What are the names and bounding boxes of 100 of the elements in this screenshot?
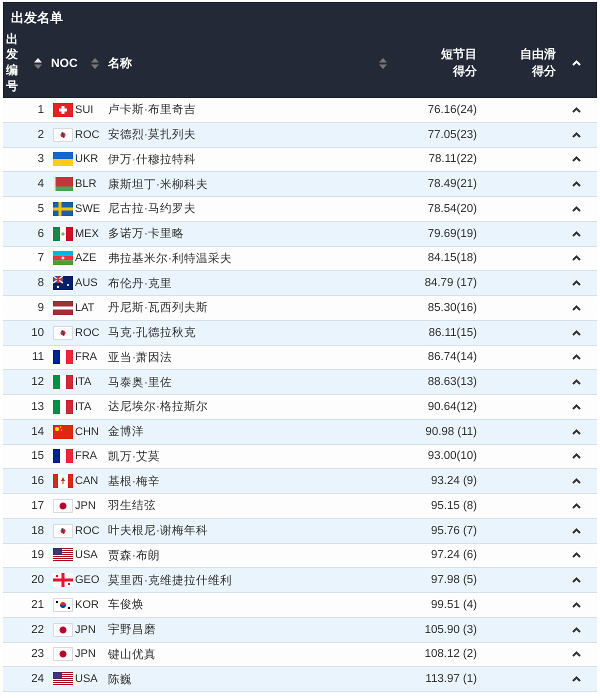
short-program-score: 86.74(14) xyxy=(428,351,477,364)
table-row[interactable]: 11 FRA 亚当·萧因法 86.74(14) xyxy=(3,346,597,370)
table-row[interactable]: 6 MEX 多诺万·卡里略 79.69(19) xyxy=(3,222,597,246)
start-number: 8 xyxy=(38,277,45,290)
table-row[interactable]: 22 JPN 宇野昌磨 105.90 (3) xyxy=(3,618,597,642)
table-row[interactable]: 14 CHN 金博洋 90.98 (11) xyxy=(3,420,597,444)
caret-up-icon[interactable] xyxy=(572,602,581,608)
column-header[interactable]: 短节目得分 xyxy=(441,46,477,80)
caret-up-icon[interactable] xyxy=(572,528,581,534)
short-program-score: 97.24 (6) xyxy=(430,549,477,562)
table-row[interactable]: 19 USA 贾森·布朗 97.24 (6) xyxy=(3,544,597,568)
flag-icon xyxy=(53,202,73,216)
noc-code: CAN xyxy=(75,475,98,488)
caret-up-icon[interactable] xyxy=(572,577,581,584)
caret-up-icon[interactable] xyxy=(572,304,581,311)
flag-icon xyxy=(53,102,73,117)
noc-code: JPN xyxy=(75,624,96,636)
short-program-score: 86.11(15) xyxy=(428,326,477,339)
flag-icon xyxy=(53,400,73,414)
noc-code: ROC xyxy=(75,326,100,339)
table-row[interactable]: 23 JPN 键山优真 108.12 (2) xyxy=(3,642,597,668)
short-program-score: 85.30(16) xyxy=(428,302,477,314)
caret-up-icon[interactable] xyxy=(572,280,581,286)
caret-up-icon[interactable] xyxy=(572,156,581,162)
skater-name: 多诺万·卡里略 xyxy=(107,226,185,242)
skater-name: 康斯坦丁·米柳科夫 xyxy=(107,177,209,192)
caret-up-icon[interactable] xyxy=(572,255,581,262)
start-number: 6 xyxy=(38,228,45,240)
short-program-score: 97.98 (5) xyxy=(430,574,477,586)
table-row[interactable]: 24 USA 陈巍 113.97 (1) xyxy=(3,667,597,692)
caret-up-icon[interactable] xyxy=(572,330,581,336)
table-row[interactable]: 2 ROC 安德烈·莫扎列夫 77.05(23) xyxy=(3,122,597,148)
column-header[interactable]: NOC xyxy=(51,56,78,70)
caret-up-icon[interactable] xyxy=(572,651,581,658)
short-program-score: 84.15(18) xyxy=(428,252,477,264)
short-program-score: 78.11(22) xyxy=(428,153,477,166)
start-number: 5 xyxy=(38,202,45,215)
sort-icon[interactable] xyxy=(34,56,42,70)
noc-code: FRA xyxy=(75,351,97,364)
noc-code: GEO xyxy=(75,574,100,586)
table-row[interactable]: 7 AZE 弗拉基米尔·利特温采夫 84.15(18) xyxy=(3,246,597,272)
start-number: 24 xyxy=(31,673,45,686)
caret-up-icon[interactable] xyxy=(572,354,581,360)
table-row[interactable]: 10 ROC 马克·孔德拉秋克 86.11(15) xyxy=(3,320,597,346)
short-program-score: 108.12 (2) xyxy=(424,648,477,660)
flag-icon xyxy=(53,152,73,166)
short-program-score: 77.05(23) xyxy=(428,128,477,141)
table-row[interactable]: 8 AUS 布伦丹·克里 84.79 (17) xyxy=(3,271,597,296)
short-program-score: 113.97 (1) xyxy=(425,673,477,686)
caret-up-icon[interactable] xyxy=(572,404,581,410)
caret-up-icon[interactable] xyxy=(572,676,581,682)
table-row[interactable]: 15 FRA 凯万·艾莫 93.00(10) xyxy=(3,444,597,470)
flag-icon xyxy=(53,375,73,390)
caret-up-icon[interactable] xyxy=(572,552,581,558)
column-header[interactable]: 名称 xyxy=(108,54,132,72)
table-row[interactable]: 12 ITA 马泰奥·里佐 88.63(13) xyxy=(3,370,597,395)
caret-up-icon[interactable] xyxy=(572,502,581,509)
column-header[interactable]: 自由滑得分 xyxy=(520,46,556,80)
noc-code: ROC xyxy=(75,524,100,537)
caret-up-icon[interactable] xyxy=(572,230,581,237)
table-row[interactable]: 3 UKR 伊万·什穆拉特科 78.11(22) xyxy=(3,148,597,172)
caret-up-icon[interactable] xyxy=(572,206,581,212)
column-header[interactable]: 出发编号 xyxy=(6,32,18,94)
start-number: 22 xyxy=(31,624,45,636)
short-program-score: 84.79 (17) xyxy=(424,277,477,290)
caret-up-icon[interactable] xyxy=(572,626,581,633)
table-row[interactable]: 4 BLR 康斯坦丁·米柳科夫 78.49(21) xyxy=(3,172,597,197)
noc-code: LAT xyxy=(75,302,94,314)
table-row[interactable]: 18 ROC 叶夫根尼·谢梅年科 95.76 (7) xyxy=(3,518,597,544)
table-row[interactable]: 16 CAN 基根·梅辛 93.24 (9) xyxy=(3,469,597,494)
caret-up-icon[interactable] xyxy=(572,379,581,386)
noc-code: CHN xyxy=(75,426,99,438)
noc-code: AZE xyxy=(75,252,96,264)
skater-name: 键山优真 xyxy=(107,648,157,662)
caret-up-icon[interactable] xyxy=(572,478,581,484)
flag-icon xyxy=(53,326,73,340)
start-number: 10 xyxy=(31,326,45,339)
short-program-score: 93.00(10) xyxy=(428,450,477,462)
short-program-score: 95.15 (8) xyxy=(430,500,477,512)
caret-up-icon[interactable] xyxy=(572,181,581,188)
short-program-score: 78.49(21) xyxy=(428,178,477,190)
start-number: 14 xyxy=(31,426,45,438)
short-program-score: 88.63(13) xyxy=(428,376,477,388)
caret-up-icon[interactable] xyxy=(572,453,581,460)
skater-name: 安德烈·莫扎列夫 xyxy=(107,128,197,142)
flag-icon xyxy=(53,350,73,364)
caret-up-icon[interactable] xyxy=(572,132,581,138)
short-program-score: 95.76 (7) xyxy=(430,524,477,537)
flag-icon xyxy=(53,573,73,588)
skater-name: 叶夫根尼·谢梅年科 xyxy=(107,524,209,538)
table-row[interactable]: 20 GEO 莫里西·克维捷拉什维利 97.98 (5) xyxy=(3,568,597,593)
flag-icon xyxy=(53,672,73,686)
noc-code: MEX xyxy=(75,228,99,240)
start-number: 20 xyxy=(31,574,45,586)
flag-icon xyxy=(53,647,73,662)
caret-up-icon[interactable] xyxy=(572,106,581,113)
skater-name: 伊万·什穆拉特科 xyxy=(107,152,197,167)
flag-icon xyxy=(53,524,73,538)
caret-up-icon[interactable] xyxy=(572,428,581,435)
start-number: 9 xyxy=(38,302,45,314)
